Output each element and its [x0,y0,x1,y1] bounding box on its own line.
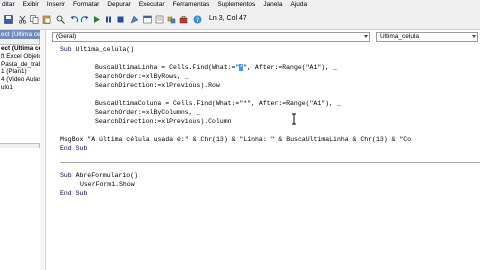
tree-item-module1[interactable]: ulo1 [0,84,40,92]
tree-item-sheet-plan1[interactable]: 1 (Plan1) [0,68,40,76]
run-icon[interactable] [92,15,101,24]
code-line: BuscaUltimaLinha = Cells.Find(What:="*",… [95,64,337,71]
project-panel-header: ect (Ultima celu [0,30,40,39]
tree-item-sheet-video-aulas[interactable]: 4 (Video Aulas) [0,76,40,84]
properties-icon[interactable] [155,15,164,24]
stop-icon[interactable] [116,15,125,24]
menu-exibir[interactable]: Exibir [19,0,43,10]
menu-inserir[interactable]: Inserir [43,0,69,10]
save-icon[interactable] [4,15,13,24]
menu-formatar[interactable]: Formatar [69,0,103,10]
properties-pane [0,148,40,270]
code-line: SearchDirection:=xlPrevious).Column [95,118,232,125]
code-line: End Sub [60,190,88,197]
menu-bar: ditar Exibir Inserir Formatar Depurar Ex… [0,0,480,10]
object-browser-icon[interactable] [167,15,176,24]
cut-icon[interactable] [18,15,27,24]
menu-depurar[interactable]: Depurar [103,0,134,10]
code-line: MsgBox "A última célula usada é:" & Chr(… [60,136,412,143]
design-mode-icon[interactable] [130,15,139,24]
code-line: SearchDirection:=xlPrevious).Row [95,82,220,89]
code-line: Sub Ultima_celula() [60,46,135,53]
menu-ajuda[interactable]: Ajuda [286,0,311,10]
chevron-down-icon [472,35,476,38]
tree-item-project[interactable]: ect (Ultima celu [0,45,40,53]
procedure-dropdown[interactable]: Ultima_celula [376,32,478,42]
code-line: End Sub [60,145,88,152]
code-window: (Geral) Ultima_celula Sub Ultima_celula(… [46,30,480,270]
tree-item-excel-objects[interactable]: ft Excel Objetos [0,53,40,61]
toolbox-icon[interactable] [179,15,188,24]
menu-suplementos[interactable]: Suplementos [213,0,259,10]
tree-item-workbook[interactable]: Pasta_de_trab [0,61,40,69]
project-explorer: ect (Ultima celu ect (Ultima celu ft Exc… [0,30,40,270]
code-line: SearchOrder:=xlByRows, _ [95,73,189,80]
menu-janela[interactable]: Janela [259,0,286,10]
menu-executar[interactable]: Executar [135,0,169,10]
menu-ferramentas[interactable]: Ferramentas [169,0,214,10]
project-tree: ect (Ultima celu ft Excel Objetos Pasta_… [0,44,40,144]
code-line: UserForm1.Show [80,181,135,188]
mouse-ibeam-cursor-icon [291,113,297,125]
svg-text:?: ? [196,16,199,24]
procedure-separator [60,162,480,163]
copy-icon[interactable] [30,15,39,24]
project-explorer-icon[interactable] [143,15,152,24]
object-dropdown-value: (Geral) [56,33,77,40]
find-icon[interactable] [56,15,65,24]
menu-editar[interactable]: ditar [0,0,19,10]
procedure-dropdown-value: Ultima_celula [380,33,420,40]
object-dropdown[interactable]: (Geral) [52,32,370,42]
code-editor[interactable]: Sub Ultima_celula() BuscaUltimaLinha = C… [60,44,480,270]
code-line: SearchOrder:=xlByColumns, _ [95,109,201,116]
undo-icon[interactable] [70,15,79,24]
pause-icon[interactable] [104,15,113,24]
help-icon[interactable]: ? [193,15,202,24]
code-line: BuscaUltimaColuna = Cells.Find(What:="*"… [95,100,341,107]
paste-icon[interactable] [42,15,51,24]
redo-icon[interactable] [80,15,89,24]
chevron-down-icon [364,35,368,38]
cursor-position-readout: Ln 3, Col 47 [209,15,247,22]
code-line: Sub AbreFormulario() [60,172,139,179]
standard-toolbar: ? Ln 3, Col 47 [0,10,480,30]
